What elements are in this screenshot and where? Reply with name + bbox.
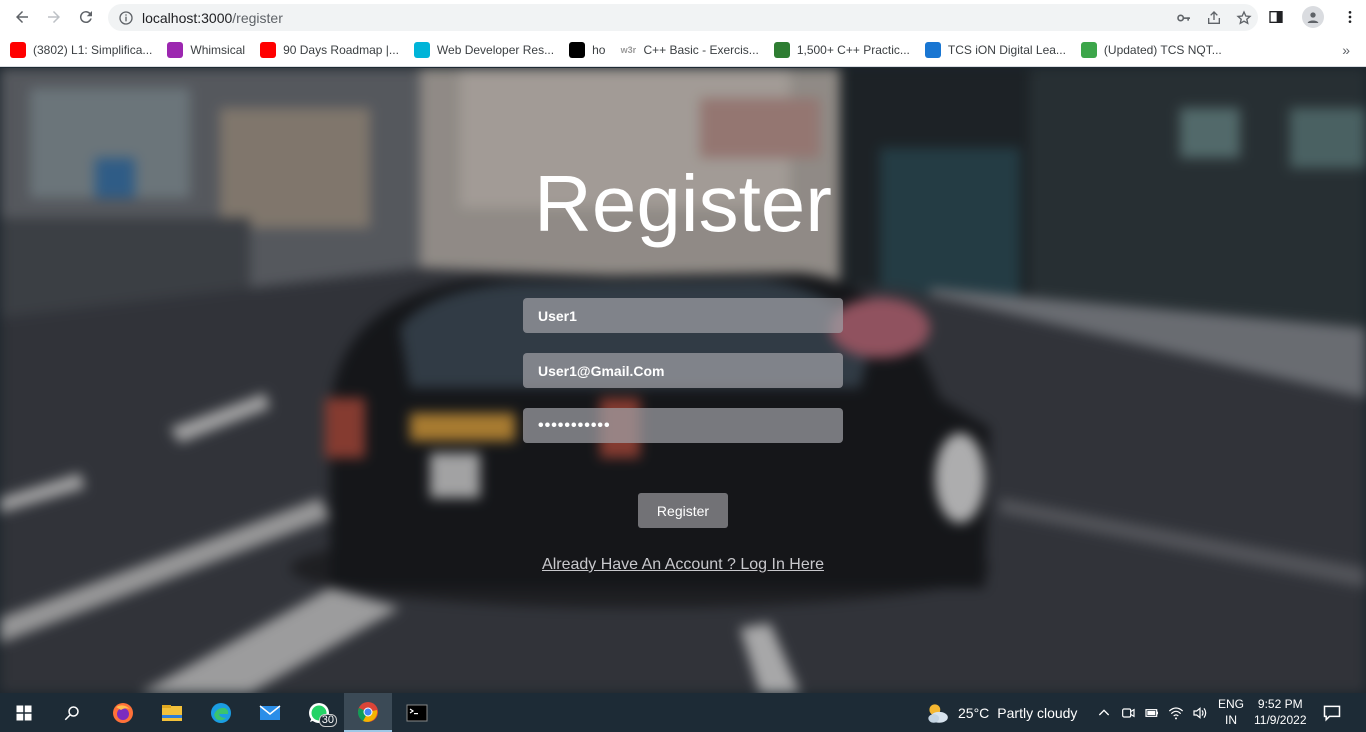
arrow-left-icon — [16, 11, 28, 23]
meet-now-icon[interactable] — [1120, 705, 1136, 721]
side-panel-icon[interactable] — [1268, 9, 1284, 25]
taskbar-file-explorer[interactable] — [148, 693, 196, 732]
email-input[interactable]: User1@Gmail.Com — [523, 353, 843, 388]
battery-icon[interactable] — [1144, 705, 1160, 721]
weather-widget[interactable]: 25°C Partly cloudy — [924, 693, 1077, 732]
search-icon — [64, 705, 79, 720]
reload-button[interactable] — [70, 0, 102, 34]
menu-kebab-icon[interactable] — [1342, 9, 1358, 25]
bookmark-item[interactable]: Whimsical — [167, 42, 245, 58]
share-icon[interactable] — [1206, 10, 1222, 26]
browser-toolbar: localhost:3000/register — [0, 0, 1366, 34]
language-indicator[interactable]: ENG IN — [1218, 696, 1244, 728]
folder-icon — [162, 704, 182, 721]
youtube-icon — [10, 42, 26, 58]
page-title: Register — [534, 159, 832, 248]
arrow-right-icon — [48, 11, 60, 23]
notification-icon — [1323, 705, 1341, 722]
url-host: localhost:3000 — [142, 9, 233, 26]
bookmark-item[interactable]: Web Developer Res... — [413, 42, 555, 58]
clock[interactable]: 9:52 PM 11/9/2022 — [1254, 696, 1307, 728]
bookmark-label: TCS iON Digital Lea... — [947, 43, 1066, 57]
page-viewport: Register User1 User1@Gmail.Com •••••••••… — [0, 68, 1366, 693]
edge-icon — [211, 702, 231, 723]
w3r-icon: w3r — [620, 45, 637, 55]
bookmark-item[interactable]: (Updated) TCS NQT... — [1080, 42, 1222, 58]
bookmark-item[interactable]: 90 Days Roadmap |... — [260, 42, 399, 58]
bookmark-label: 1,500+ C++ Practic... — [796, 43, 910, 57]
forward-button[interactable] — [38, 0, 70, 34]
taskbar-chrome[interactable] — [344, 693, 392, 732]
bookmark-label: C++ Basic - Exercis... — [643, 43, 759, 57]
bookmark-item[interactable]: TCS iON Digital Lea... — [924, 42, 1066, 58]
notifications-button[interactable] — [1322, 703, 1342, 728]
clock-date: 11/9/2022 — [1254, 713, 1307, 727]
bookmark-label: (Updated) TCS NQT... — [1103, 43, 1222, 57]
bookmark-item[interactable]: 1,500+ C++ Practic... — [773, 42, 910, 58]
url-path: /register — [232, 9, 283, 26]
taskbar-mail[interactable] — [246, 693, 294, 732]
bookmark-label: Web Developer Res... — [436, 43, 555, 57]
bookmark-label: 90 Days Roadmap |... — [283, 43, 399, 57]
username-input[interactable]: User1 — [523, 298, 843, 333]
weather-temperature: 25°C — [958, 704, 990, 721]
search-button[interactable] — [48, 693, 96, 732]
bookmark-label: ho — [592, 43, 606, 57]
partly-cloudy-icon — [928, 703, 948, 723]
reload-icon — [79, 11, 92, 24]
whatsapp-badge: 30 — [318, 714, 337, 727]
firefox-icon — [113, 702, 133, 723]
bookmark-label: Whimsical — [190, 43, 246, 57]
email-value: User1@Gmail.Com — [538, 362, 665, 379]
owl-icon — [773, 42, 790, 58]
start-button[interactable] — [0, 693, 48, 732]
password-value: ••••••••••• — [538, 416, 611, 434]
login-link[interactable]: Already Have An Account ? Log In Here — [0, 556, 1366, 574]
taskbar-firefox[interactable] — [99, 693, 147, 732]
windows-taskbar: 30 25°C Partly cloudy ENG IN 9:52 PM 11/… — [0, 693, 1366, 732]
url-text: localhost:3000/register — [142, 10, 283, 26]
info-icon[interactable] — [118, 10, 134, 26]
weather-description: Partly cloudy — [997, 704, 1078, 721]
password-input[interactable]: ••••••••••• — [523, 408, 843, 443]
taskbar-whatsapp[interactable]: 30 — [295, 693, 343, 732]
mail-icon — [259, 704, 281, 720]
taskbar-terminal[interactable] — [393, 693, 441, 732]
chrome-icon — [358, 701, 378, 722]
volume-icon[interactable] — [1192, 705, 1208, 721]
chevron-up-icon[interactable] — [1096, 705, 1112, 721]
n-logo-icon — [413, 42, 430, 58]
clock-time: 9:52 PM — [1257, 697, 1303, 711]
address-bar[interactable]: localhost:3000/register — [108, 4, 1258, 31]
bookmarks-bar: (3802) L1: Simplifica... Whimsical 90 Days… — [0, 34, 1366, 67]
power-icon — [924, 42, 941, 58]
register-button[interactable]: Register — [638, 493, 728, 528]
system-tray — [1096, 693, 1208, 732]
bookmark-item[interactable]: (3802) L1: Simplifica... — [10, 42, 152, 58]
profile-avatar-icon[interactable] — [1302, 6, 1324, 28]
star-icon[interactable] — [1236, 9, 1252, 26]
taskbar-edge[interactable] — [197, 693, 245, 732]
username-value: User1 — [538, 307, 577, 324]
bookmark-item[interactable]: w3r C++ Basic - Exercis... — [620, 42, 759, 58]
language-code: ENG — [1218, 697, 1245, 711]
bookmarks-overflow-icon[interactable]: » — [1342, 42, 1350, 58]
windows-logo-icon — [16, 705, 32, 720]
youtube-icon — [260, 42, 277, 58]
play-icon — [1080, 42, 1097, 58]
bookmark-label: (3802) L1: Simplifica... — [33, 43, 153, 57]
back-button[interactable] — [6, 0, 38, 34]
hackerrank-icon — [569, 42, 586, 58]
key-icon[interactable] — [1176, 10, 1192, 26]
bookmark-item[interactable]: ho — [569, 42, 605, 58]
terminal-icon — [406, 704, 428, 721]
whimsical-icon — [167, 42, 184, 58]
region-code: IN — [1225, 713, 1237, 727]
wifi-icon[interactable] — [1168, 705, 1184, 721]
